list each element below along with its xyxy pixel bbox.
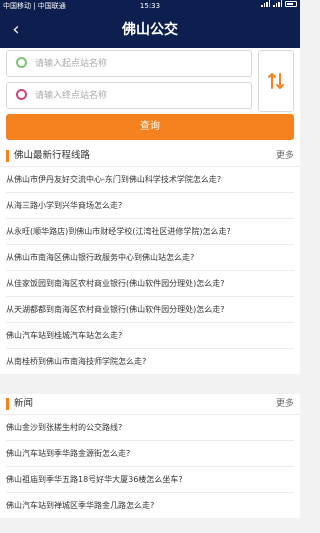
news-section: 新闻 更多 佛山金沙到张槎生村的公交路线? 佛山汽车站到季华路金源街怎么走? 佛… bbox=[0, 394, 300, 518]
chevron-left-icon: ‹ bbox=[12, 19, 20, 40]
route-list-item[interactable]: 从佳家饭园到南海区农村商业银行(佛山软件园分理处)怎么走? bbox=[6, 271, 294, 297]
section-marker bbox=[6, 150, 9, 162]
back-button[interactable]: ‹ bbox=[6, 18, 26, 42]
more-news-link[interactable]: 更多 bbox=[276, 394, 294, 414]
signal-icon bbox=[261, 0, 270, 7]
section-title: 佛山最新行程线路 bbox=[14, 150, 91, 161]
end-dot-icon bbox=[16, 89, 27, 100]
news-list-item[interactable]: 佛山祖庙到季华五路18号好华大厦36楼怎么坐车? bbox=[6, 467, 294, 493]
news-list-item[interactable]: 佛山汽车站到季华路金源街怎么走? bbox=[6, 441, 294, 467]
signal-icon bbox=[273, 0, 282, 7]
query-button[interactable]: 查询 bbox=[6, 114, 294, 140]
end-station-field[interactable] bbox=[6, 82, 252, 109]
swap-stations-button[interactable] bbox=[258, 50, 294, 112]
start-station-field[interactable] bbox=[6, 50, 252, 77]
latest-routes-section: 佛山最新行程线路 更多 从佛山市伊丹友好交流中心-东门到佛山科学技术学院怎么走?… bbox=[0, 146, 300, 374]
section-marker bbox=[6, 398, 9, 410]
battery-icon bbox=[285, 0, 297, 7]
news-list-item[interactable]: 佛山汽车站到禅城区季华路金几路怎么走? bbox=[6, 493, 294, 518]
section-title: 新闻 bbox=[14, 398, 34, 409]
more-routes-link[interactable]: 更多 bbox=[276, 146, 294, 166]
start-station-input[interactable] bbox=[35, 55, 245, 73]
route-search-panel: 查询 bbox=[0, 48, 300, 146]
status-icons bbox=[261, 0, 297, 7]
route-list-item[interactable]: 从南桂桥到佛山市南海技师学院怎么走? bbox=[6, 349, 294, 374]
status-bar: 中国移动 | 中国联通 15:33 bbox=[0, 0, 300, 12]
start-dot-icon bbox=[16, 57, 27, 68]
end-station-input[interactable] bbox=[35, 87, 245, 105]
swap-arrows-icon bbox=[268, 73, 284, 89]
route-list-item[interactable]: 从永旺(顺华路店)到佛山市财经学校(江湾社区进修学院)怎么走? bbox=[6, 219, 294, 245]
route-list-item[interactable]: 佛山汽车站到桂城汽车站怎么走? bbox=[6, 323, 294, 349]
route-list-item[interactable]: 从佛山市南海区佛山银行政服务中心到佛山站怎么走? bbox=[6, 245, 294, 271]
news-list-item[interactable]: 佛山金沙到张槎生村的公交路线? bbox=[6, 415, 294, 441]
route-list-item[interactable]: 从天湖都都到南海区农村商业银行(佛山软件园分理处)怎么走? bbox=[6, 297, 294, 323]
route-list-item[interactable]: 从海三路小学到兴华商场怎么走? bbox=[6, 193, 294, 219]
nav-bar: ‹ 佛山公交 bbox=[0, 12, 300, 48]
status-time: 15:33 bbox=[139, 2, 161, 10]
section-header: 新闻 更多 bbox=[0, 394, 300, 415]
section-header: 佛山最新行程线路 更多 bbox=[0, 146, 300, 167]
page-title: 佛山公交 bbox=[122, 22, 178, 38]
route-list-item[interactable]: 从佛山市伊丹友好交流中心-东门到佛山科学技术学院怎么走? bbox=[6, 167, 294, 193]
